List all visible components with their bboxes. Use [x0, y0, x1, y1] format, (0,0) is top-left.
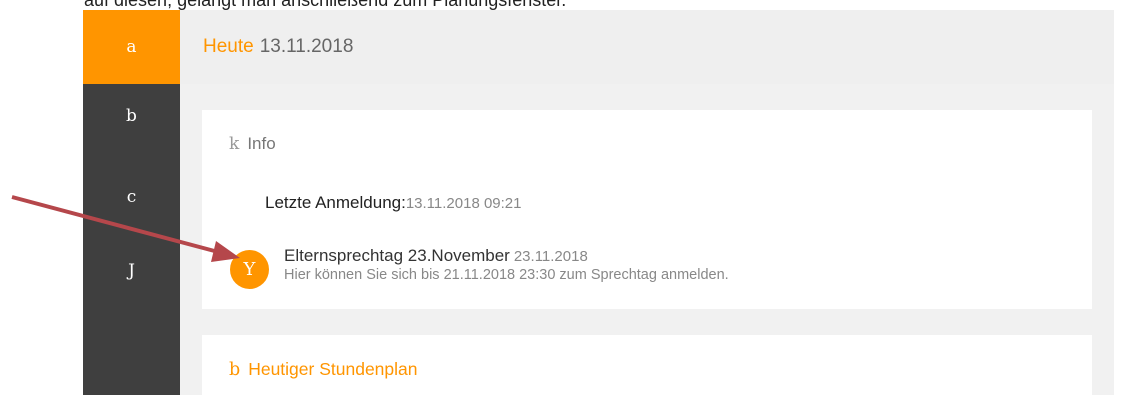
arrow-shaft — [11, 195, 223, 255]
arrow-head-icon — [211, 241, 240, 262]
annotation-arrow — [11, 195, 240, 262]
